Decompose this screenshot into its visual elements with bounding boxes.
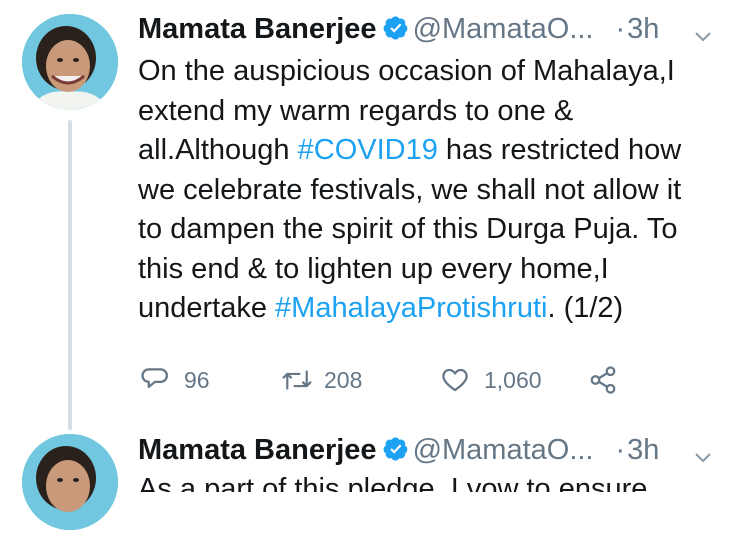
chevron-down-icon[interactable] [693, 20, 713, 54]
verified-badge-icon [383, 15, 409, 49]
hashtag-link[interactable]: #MahalayaProtishruti [275, 292, 547, 324]
like-count: 1,060 [484, 367, 542, 393]
tweet-text-segment: we celebrate festivals, we shall not all… [138, 173, 682, 206]
tweet-text-segment: On the auspicious occasion of Mahalaya,I [138, 55, 675, 87]
chevron-down-icon[interactable] [693, 441, 713, 475]
tweet-text-segment: has restricted how [437, 134, 682, 166]
tweet-text: As a part of this pledge, I vow to ensur… [138, 476, 738, 492]
tweet-header: Mamata Banerjee @MamataO... ·3h [138, 433, 711, 470]
timestamp[interactable]: 3h [627, 13, 659, 45]
share-icon [590, 366, 616, 394]
tweet-text-segment: . (1/2) [547, 292, 624, 324]
avatar-photo [22, 14, 118, 110]
tweet-text-segment: this end & to lighten up every home,I [138, 252, 609, 285]
tweet-text-line: all.Although #COVID19 has restricted how [138, 131, 728, 171]
tweet-text: On the auspicious occasion of Mahalaya,I… [138, 52, 728, 329]
tweet-text-line: to dampen the spirit of this Durga Puja.… [138, 210, 728, 250]
retweet-count: 208 [324, 367, 363, 393]
avatar-photo [22, 434, 118, 530]
tweet-text-line: this end & to lighten up every home,I [138, 250, 728, 290]
author-name[interactable]: Mamata Banerjee [138, 434, 377, 466]
heart-icon [442, 368, 468, 392]
separator-dot: · [615, 434, 626, 466]
avatar[interactable] [22, 434, 118, 530]
tweet-text-segment: undertake [138, 292, 276, 324]
avatar[interactable] [22, 14, 118, 110]
tweet-text-segment: all.Although [138, 134, 298, 166]
tweet-text-line: extend my warm regards to one & [138, 92, 728, 132]
reply-count: 96 [184, 367, 210, 393]
thread-connector [68, 120, 72, 430]
hashtag-link[interactable]: #COVID19 [298, 134, 438, 166]
tweet[interactable]: Mamata Banerjee @MamataO... ·3h On the aus… [0, 0, 741, 430]
author-handle[interactable]: @MamataO... [413, 434, 594, 466]
tweet-text-line: On the auspicious occasion of Mahalaya,I [138, 52, 728, 92]
author-name[interactable]: Mamata Banerjee [138, 13, 377, 45]
separator-dot: · [615, 13, 626, 45]
author-handle[interactable]: @MamataO... [413, 13, 594, 45]
tweet-text-line: undertake #MahalayaProtishruti. (1/2) [138, 289, 728, 329]
verified-badge-icon [383, 436, 409, 470]
tweet-text-segment: to dampen the spirit of this Durga Puja.… [138, 213, 678, 245]
tweet-text-segment: extend my warm regards to one & [138, 94, 574, 127]
retweet-icon [282, 370, 312, 390]
timestamp[interactable]: 3h [627, 434, 659, 466]
reply-icon [141, 368, 168, 388]
tweet-header: Mamata Banerjee @MamataO... ·3h [138, 12, 711, 49]
tweet-text-line: we celebrate festivals, we shall not all… [138, 171, 728, 211]
tweet-text-partial: As a part of this pledge, I vow to ensur… [138, 476, 648, 492]
tweet[interactable]: Mamata Banerjee @MamataO... ·3h As a part … [0, 430, 741, 550]
